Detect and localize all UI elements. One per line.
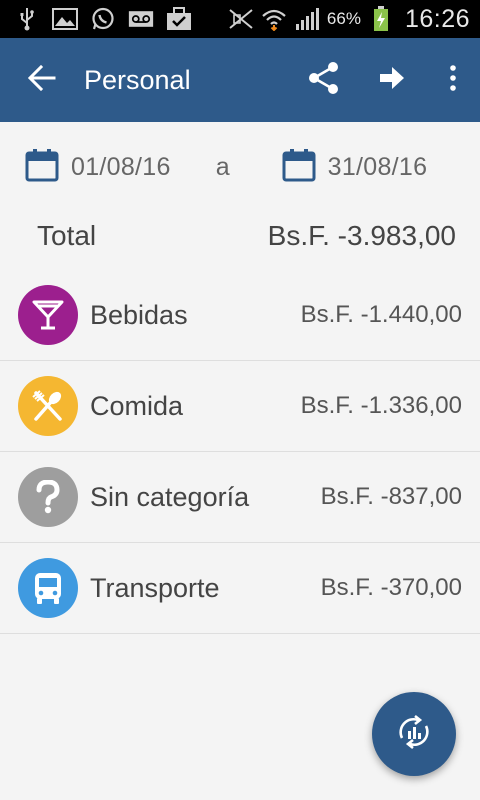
question-icon xyxy=(18,467,78,527)
share-button[interactable] xyxy=(290,38,358,122)
chart-fab-button[interactable] xyxy=(372,692,456,776)
date-from-picker[interactable]: 01/08/16 xyxy=(25,148,171,187)
chart-refresh-icon xyxy=(394,712,434,757)
page-title: Personal xyxy=(84,64,191,95)
battery-percent: 66% xyxy=(326,9,361,28)
category-amount: Bs.F. -370,00 xyxy=(320,574,462,601)
voicemail-icon xyxy=(128,7,154,31)
more-options-button[interactable] xyxy=(426,38,480,122)
battery-charging-icon xyxy=(368,6,394,31)
mute-icon xyxy=(228,7,254,31)
category-name: Bebidas xyxy=(90,299,188,330)
share-icon xyxy=(308,61,340,100)
list-item[interactable]: Bebidas Bs.F. -1.440,00 xyxy=(0,270,480,361)
wifi-icon xyxy=(261,7,287,31)
date-separator: a xyxy=(215,152,230,181)
briefcase-icon xyxy=(166,7,192,31)
total-value: Bs.F. -3.983,00 xyxy=(267,220,456,251)
more-vert-icon xyxy=(450,64,456,96)
back-arrow-icon xyxy=(27,64,56,96)
list-item[interactable]: Sin categoría Bs.F. -837,00 xyxy=(0,452,480,543)
cocktail-icon xyxy=(18,285,78,345)
category-amount: Bs.F. -1.440,00 xyxy=(300,301,462,328)
calendar-icon xyxy=(282,148,316,187)
whatsapp-icon xyxy=(90,7,116,31)
date-to-picker[interactable]: 31/08/16 xyxy=(282,148,428,187)
fork-spoon-icon xyxy=(18,376,78,436)
app-bar: Personal xyxy=(0,38,480,122)
date-range: 01/08/16 a 31/08/16 xyxy=(0,132,480,202)
usb-icon xyxy=(14,7,40,31)
bus-icon xyxy=(18,558,78,618)
date-from: 01/08/16 xyxy=(71,152,171,181)
category-name: Comida xyxy=(90,390,184,421)
total-label: Total xyxy=(37,220,97,251)
calendar-icon xyxy=(25,148,59,187)
signal-icon xyxy=(294,7,320,31)
date-to: 31/08/16 xyxy=(327,152,428,181)
category-amount: Bs.F. -837,00 xyxy=(320,483,462,510)
list-item[interactable]: Transporte Bs.F. -370,00 xyxy=(0,543,480,634)
forward-button[interactable] xyxy=(358,38,426,122)
category-name: Transporte xyxy=(90,572,220,603)
category-amount: Bs.F. -1.336,00 xyxy=(300,392,462,419)
total-row: Total Bs.F. -3.983,00 xyxy=(0,205,480,267)
forward-arrow-icon xyxy=(379,66,405,95)
gallery-icon xyxy=(52,7,78,31)
clock: 16:26 xyxy=(404,4,470,33)
category-list: Bebidas Bs.F. -1.440,00 Comida Bs.F. -1.… xyxy=(0,270,480,634)
list-item[interactable]: Comida Bs.F. -1.336,00 xyxy=(0,361,480,452)
category-name: Sin categoría xyxy=(90,481,250,512)
back-button[interactable] xyxy=(0,38,84,122)
status-bar: 66% 16:26 xyxy=(0,0,480,38)
